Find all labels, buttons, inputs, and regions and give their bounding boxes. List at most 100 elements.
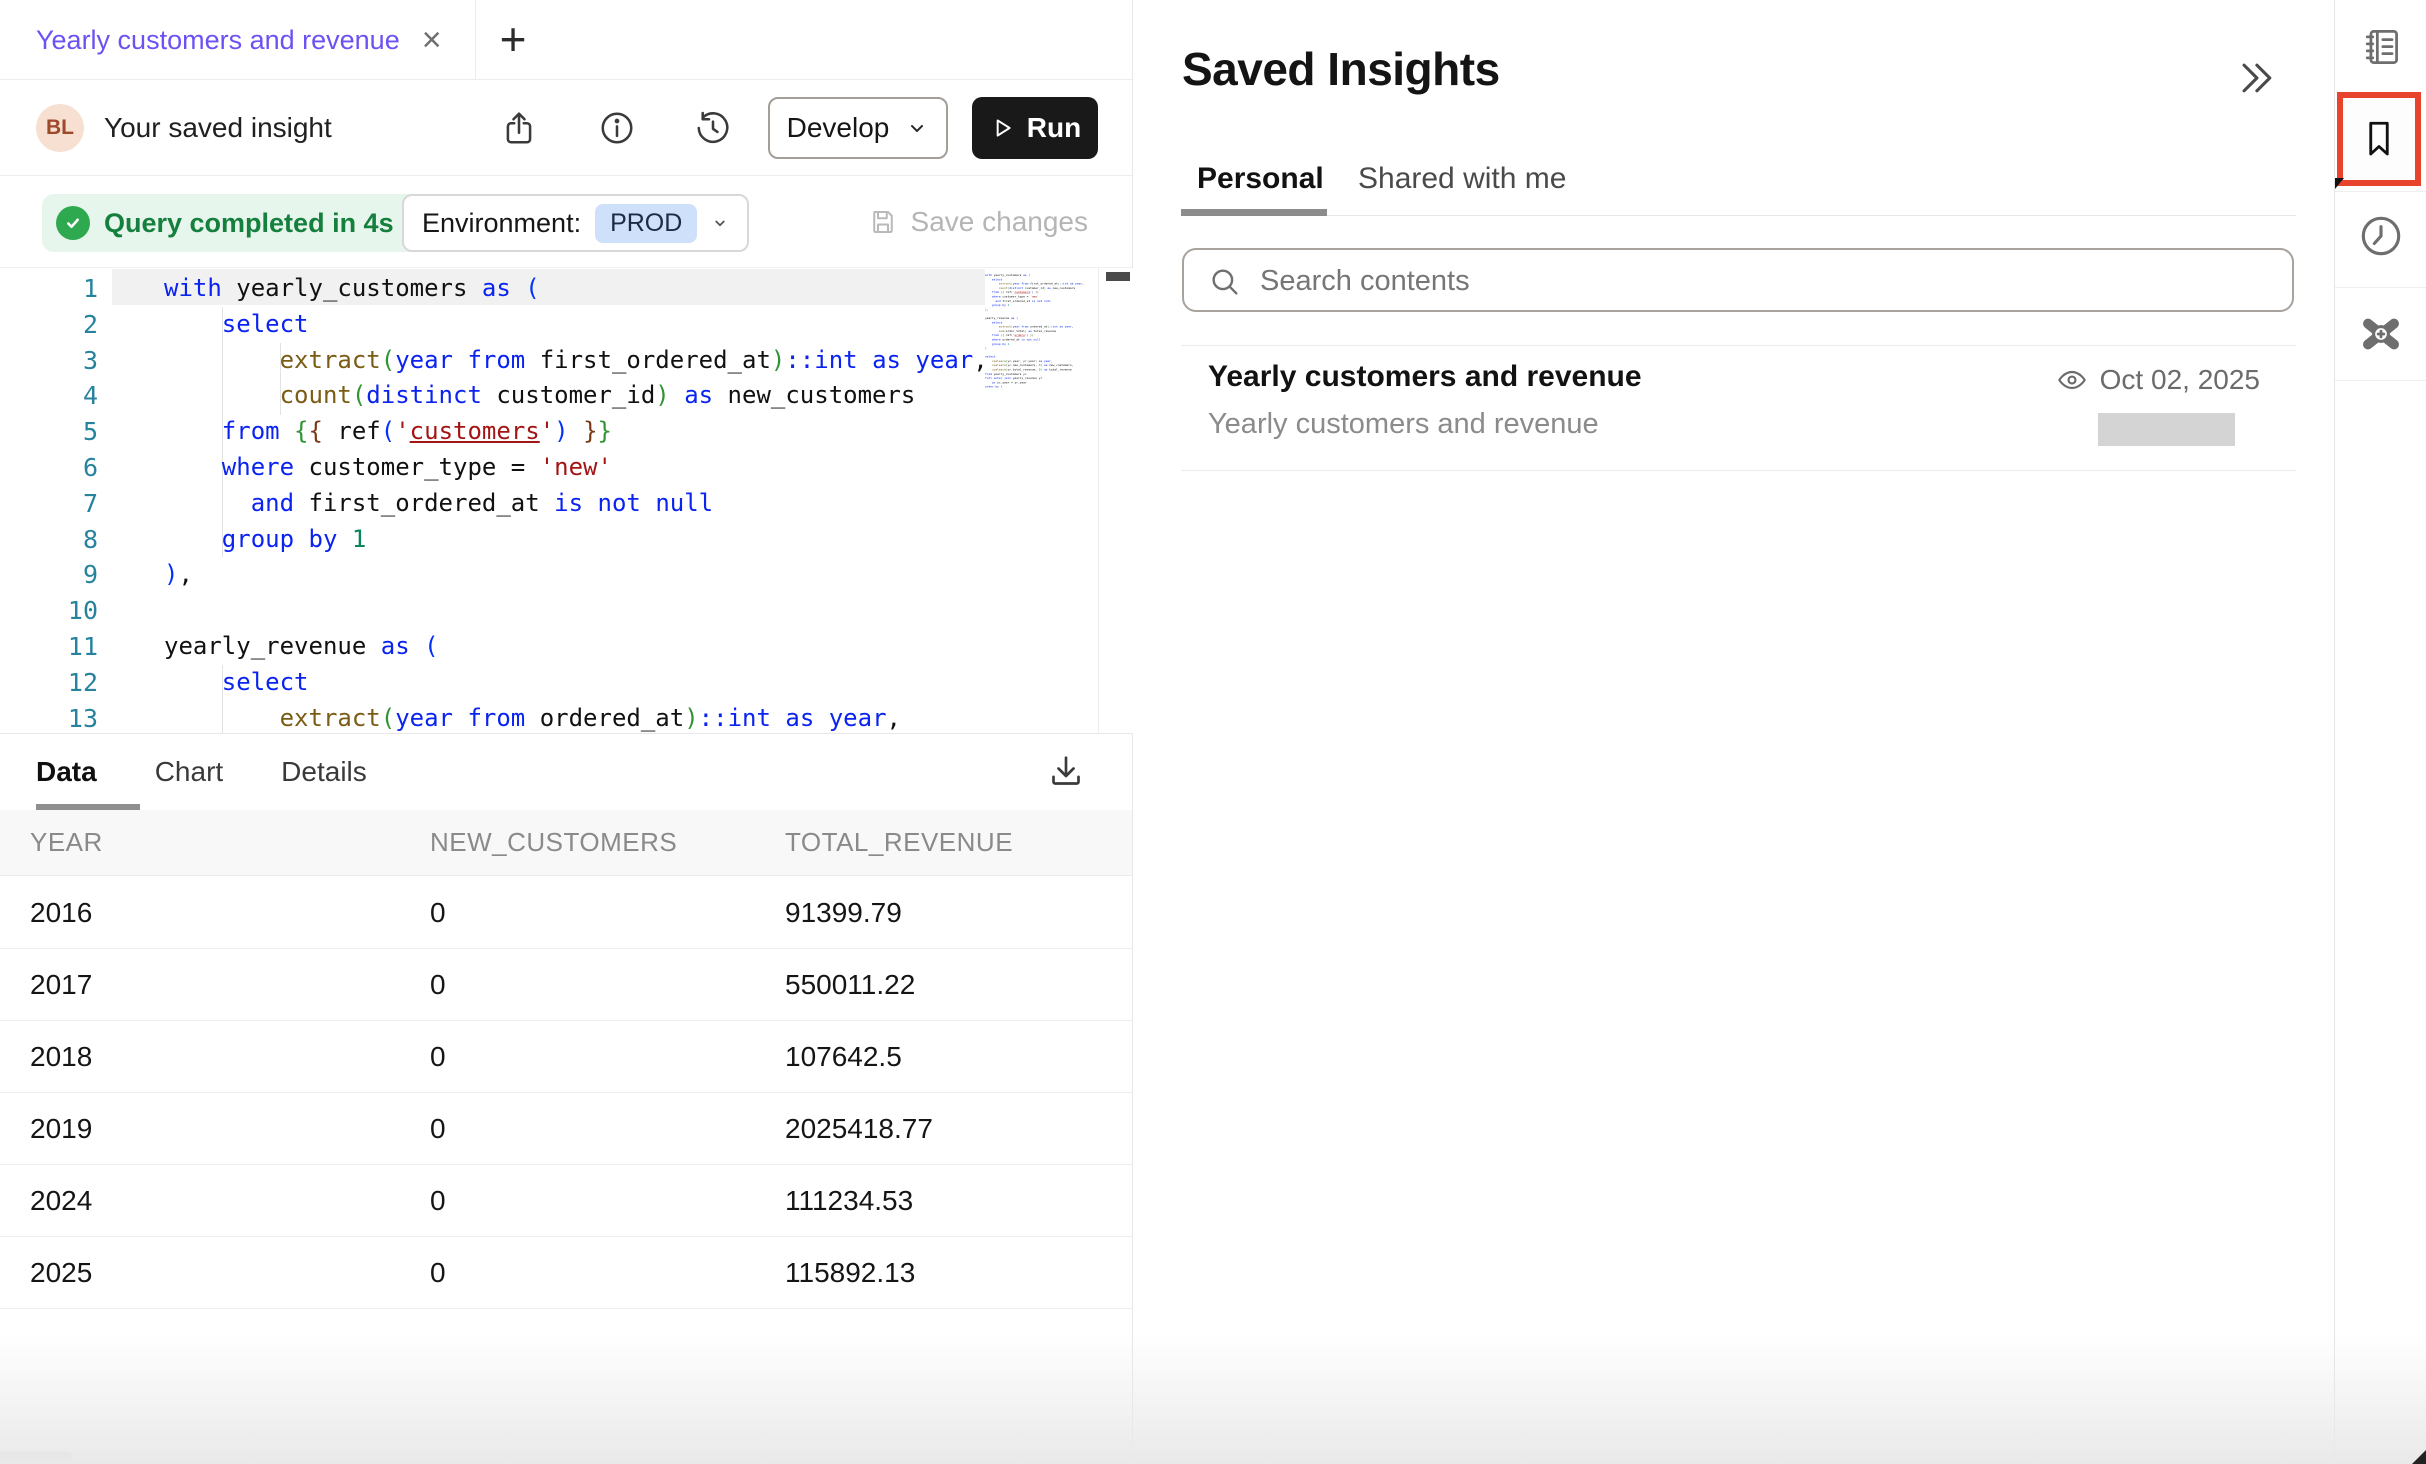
- table-cell: 2017: [30, 969, 430, 1001]
- history-icon[interactable]: [694, 109, 732, 147]
- minimap[interactable]: with yearly_customers as ( select extrac…: [985, 268, 1098, 733]
- download-icon[interactable]: [1046, 751, 1086, 791]
- results-tab-bar: Data Chart Details: [0, 733, 1132, 810]
- line-number: 11: [0, 629, 98, 665]
- code-line: and first_ordered_at is not null: [164, 486, 988, 522]
- table-cell: 2024: [30, 1185, 430, 1217]
- notebook-icon[interactable]: [2359, 25, 2403, 69]
- table-cell: 0: [430, 1185, 785, 1217]
- results-tab-chart[interactable]: Chart: [155, 756, 223, 788]
- code-line: select: [164, 307, 988, 343]
- table-row: 20180107642.5: [0, 1021, 1132, 1093]
- tab-shared-with-me[interactable]: Shared with me: [1358, 162, 1566, 196]
- tab-title: Yearly customers and revenue: [36, 25, 400, 56]
- table-cell: 0: [430, 897, 785, 929]
- environment-selector[interactable]: Environment: PROD: [402, 194, 749, 252]
- notch-marker: [2335, 178, 2344, 189]
- editor-panel: Yearly customers and revenue × + BL Your…: [0, 0, 1133, 1464]
- code-line: group by 1: [985, 342, 999, 346]
- table-cell: 550011.22: [785, 969, 1132, 1001]
- develop-button[interactable]: Develop: [768, 97, 948, 159]
- share-icon[interactable]: [500, 109, 538, 147]
- results-tab-details[interactable]: Details: [281, 756, 367, 788]
- code-line: [164, 593, 988, 629]
- divider: [2335, 380, 2426, 381]
- insight-list-item[interactable]: Yearly customers and revenue Oct 02, 202…: [1181, 346, 2296, 470]
- line-number: 13: [0, 701, 98, 733]
- query-status-text: Query completed in 4s: [104, 208, 394, 239]
- insight-label: Your saved insight: [104, 80, 332, 176]
- run-button-label: Run: [1027, 112, 1081, 144]
- code-line: group by 1: [164, 522, 988, 558]
- tab-bar: Yearly customers and revenue × +: [0, 0, 1132, 80]
- table-row: 2016091399.79: [0, 877, 1132, 949]
- editor-scrollbar[interactable]: [1098, 268, 1133, 733]
- tab-personal[interactable]: Personal: [1197, 162, 1324, 196]
- table-cell: 2019: [30, 1113, 430, 1145]
- table-row: 20170550011.22: [0, 949, 1132, 1021]
- new-tab-button[interactable]: +: [488, 14, 538, 64]
- code-line: order by 1: [985, 385, 999, 389]
- collapse-panel-icon[interactable]: [2234, 56, 2278, 100]
- table-cell: 2018: [30, 1041, 430, 1073]
- info-icon[interactable]: [598, 109, 636, 147]
- code-line: extract(year from ordered_at)::int as ye…: [164, 701, 988, 733]
- history-clock-icon[interactable]: [2356, 211, 2406, 261]
- environment-badge: PROD: [595, 204, 697, 243]
- table-row: 20240111234.53: [0, 1165, 1132, 1237]
- avatar: BL: [36, 104, 84, 152]
- saved-insights-panel: Saved Insights Personal Shared with me Y…: [1134, 0, 2334, 1464]
- table-cell: 0: [430, 969, 785, 1001]
- line-number: 10: [0, 593, 98, 629]
- tab-yearly-customers[interactable]: Yearly customers and revenue ×: [0, 0, 476, 80]
- resize-corner: [2412, 1450, 2426, 1464]
- code-line: yearly_revenue as (: [164, 629, 988, 665]
- check-circle-icon: [56, 206, 90, 240]
- code-line: with yearly_customers as (: [164, 271, 988, 307]
- table-cell: 0: [430, 1257, 785, 1289]
- eye-icon: [2056, 364, 2088, 396]
- close-tab-icon[interactable]: ×: [422, 23, 442, 57]
- results-tab-data[interactable]: Data: [36, 756, 97, 788]
- toolbar: BL Your saved insight Develop Run: [0, 80, 1132, 176]
- app-window: Yearly customers and revenue × + BL Your…: [0, 0, 2426, 1464]
- line-number: 3: [0, 343, 98, 379]
- divider: [1181, 470, 2296, 471]
- divider: [2335, 191, 2426, 192]
- right-icon-sidebar: [2334, 0, 2426, 1464]
- bookmark-icon: [2361, 115, 2397, 163]
- results-header-row: YEARNEW_CUSTOMERSTOTAL_REVENUE: [0, 810, 1132, 876]
- column-header: NEW_CUSTOMERS: [430, 827, 785, 858]
- table-cell: 2025: [30, 1257, 430, 1289]
- run-button[interactable]: Run: [972, 97, 1098, 159]
- horizontal-scrollbar[interactable]: [0, 1452, 72, 1462]
- search-input[interactable]: [1258, 252, 2262, 310]
- minimap-code: with yearly_customers as ( select extrac…: [985, 273, 999, 389]
- column-header: TOTAL_REVENUE: [785, 827, 1132, 858]
- sql-editor[interactable]: 1234567891011121314151617181920212223242…: [0, 268, 1133, 733]
- save-changes-label: Save changes: [911, 206, 1088, 238]
- table-cell: 115892.13: [785, 1257, 1132, 1289]
- divider: [2335, 287, 2426, 288]
- editor-code: with yearly_customers as ( select extrac…: [164, 271, 988, 733]
- table-cell: 107642.5: [785, 1041, 1132, 1073]
- scrollbar-thumb[interactable]: [1106, 272, 1130, 281]
- model-join-icon[interactable]: [2355, 308, 2407, 360]
- line-number: 6: [0, 450, 98, 486]
- insight-subtitle: Yearly customers and revenue: [1208, 408, 1599, 441]
- saved-insights-sidebar-button[interactable]: [2337, 92, 2421, 186]
- search-icon: [1208, 265, 1242, 299]
- column-header: YEAR: [30, 827, 430, 858]
- line-number: 7: [0, 486, 98, 522]
- insight-date: Oct 02, 2025: [2100, 364, 2260, 396]
- table-cell: 2016: [30, 897, 430, 929]
- panel-title: Saved Insights: [1182, 42, 1500, 96]
- line-number: 1: [0, 271, 98, 307]
- environment-label: Environment:: [422, 208, 581, 239]
- save-changes-button[interactable]: Save changes: [868, 176, 1088, 268]
- line-number: 5: [0, 414, 98, 450]
- table-cell: 111234.53: [785, 1185, 1132, 1217]
- save-icon: [868, 207, 898, 237]
- line-number: 2: [0, 307, 98, 343]
- table-cell: 0: [430, 1113, 785, 1145]
